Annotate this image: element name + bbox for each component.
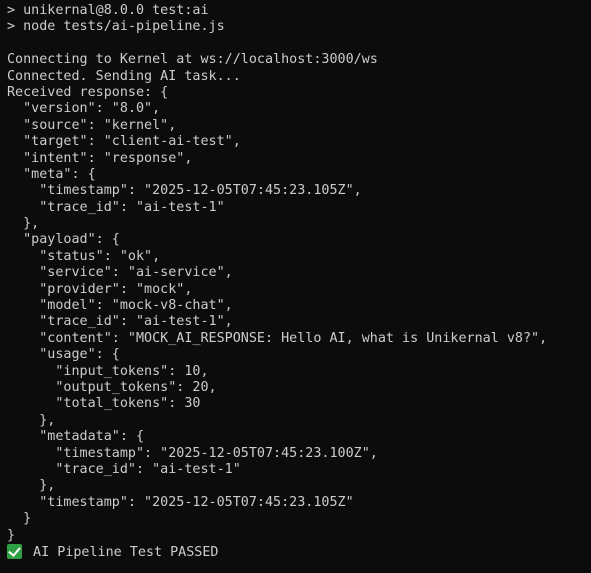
terminal-line: "timestamp": "2025-12-05T07:45:23.105Z"	[7, 494, 354, 510]
terminal-line: "input_tokens": 10,	[7, 363, 209, 379]
terminal-line: Connecting to Kernel at ws://localhost:3…	[7, 52, 378, 68]
terminal-line: > unikernal@8.0.0 test:ai	[7, 3, 209, 18]
terminal-line: "timestamp": "2025-12-05T07:45:23.100Z",	[7, 445, 378, 461]
terminal-line: },	[7, 216, 40, 232]
terminal-line: "usage": {	[7, 347, 120, 363]
terminal-window[interactable]: > unikernal@8.0.0 test:ai > node tests/a…	[0, 0, 591, 573]
terminal-line: "metadata": {	[7, 429, 145, 445]
terminal-line: "total_tokens": 30	[7, 396, 201, 412]
terminal-line: > node tests/ai-pipeline.js	[7, 19, 225, 35]
terminal-line: "meta": {	[7, 166, 96, 182]
terminal-line: "status": "ok",	[7, 248, 161, 264]
terminal-line: "version": "8.0",	[7, 101, 161, 117]
test-passed-line: AI Pipeline Test PASSED	[7, 543, 591, 560]
terminal-line: "service": "ai-service",	[7, 265, 233, 281]
terminal-line: }	[7, 511, 32, 527]
terminal-line: "source": "kernel",	[7, 117, 177, 133]
terminal-line: "trace_id": "ai-test-1"	[7, 461, 241, 477]
terminal-line: Received response: {	[7, 84, 169, 100]
check-mark-icon	[7, 543, 22, 559]
test-passed-text: AI Pipeline Test PASSED	[25, 544, 219, 560]
terminal-line: "target": "client-ai-test",	[7, 134, 241, 150]
terminal-line: "provider": "mock",	[7, 281, 193, 297]
terminal-line: }	[7, 527, 16, 543]
terminal-line: "trace_id": "ai-test-1",	[7, 314, 233, 330]
terminal-line: },	[7, 478, 56, 494]
terminal-line: },	[7, 412, 56, 428]
terminal-line: "trace_id": "ai-test-1"	[7, 199, 225, 215]
terminal-line: "timestamp": "2025-12-05T07:45:23.105Z",	[7, 183, 362, 199]
terminal-line: "intent": "response",	[7, 150, 193, 166]
terminal-line: "payload": {	[7, 232, 120, 248]
terminal-output: > unikernal@8.0.0 test:ai > node tests/a…	[7, 3, 591, 560]
terminal-line: "content": "MOCK_AI_RESPONSE: Hello AI, …	[7, 330, 548, 346]
terminal-line: Connected. Sending AI task...	[7, 68, 241, 84]
terminal-line: "model": "mock-v8-chat",	[7, 298, 233, 314]
terminal-line: "output_tokens": 20,	[7, 379, 217, 395]
